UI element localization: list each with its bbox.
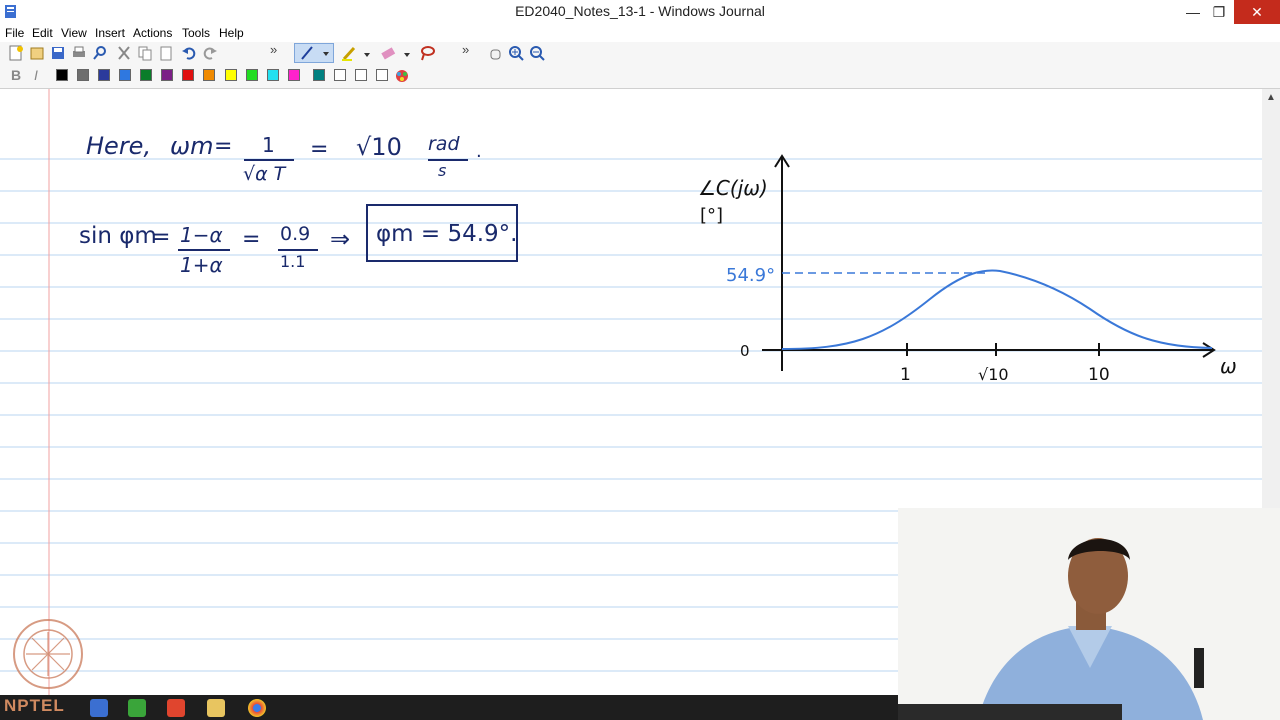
save-icon[interactable] <box>50 45 66 61</box>
bold-button[interactable]: B <box>11 67 21 83</box>
pen-icon <box>301 46 329 60</box>
x-axis-label: ω <box>1220 354 1237 378</box>
y-axis-label: ∠C(jω) <box>698 176 768 200</box>
color-swatch[interactable] <box>246 69 258 81</box>
title-bar: ED2040_Notes_13-1 - Windows Journal — ❐ … <box>0 0 1280 24</box>
note-equals-4: = <box>242 227 261 252</box>
color-swatch[interactable] <box>355 69 367 81</box>
cut-icon[interactable] <box>116 45 132 61</box>
recorder-taskbar-icon[interactable] <box>167 699 185 717</box>
find-icon[interactable] <box>92 45 108 61</box>
zoom-out-icon[interactable] <box>529 45 545 61</box>
menu-edit[interactable]: Edit <box>32 26 53 40</box>
color-swatch[interactable] <box>56 69 68 81</box>
new-note-icon[interactable] <box>8 45 24 61</box>
color-swatch[interactable] <box>313 69 325 81</box>
menu-bar: File Edit View Insert Actions Tools Help <box>0 24 1280 42</box>
note-omega-m: ωm <box>170 132 214 160</box>
color-swatch[interactable] <box>225 69 237 81</box>
open-icon[interactable] <box>29 45 45 61</box>
window-title: ED2040_Notes_13-1 - Windows Journal <box>515 3 765 19</box>
nptel-logo <box>13 619 83 689</box>
x-tick-label-10: 10 <box>1088 365 1110 385</box>
copy-icon[interactable] <box>137 45 153 61</box>
note-unit-s: s <box>438 161 447 180</box>
color-swatch[interactable] <box>288 69 300 81</box>
x-tick-label-sqrt10: √10 <box>978 365 1009 384</box>
format-toolbar: B I <box>0 64 1280 89</box>
zero-label: 0 <box>740 342 750 360</box>
maximize-button[interactable]: ❐ <box>1202 0 1236 24</box>
note-frac-bar <box>244 159 294 161</box>
redo-icon[interactable] <box>202 45 218 61</box>
note-frac-denominator: √α T <box>243 163 286 185</box>
color-swatch[interactable] <box>203 69 215 81</box>
note-sqrt10: √10 <box>356 133 402 161</box>
color-swatch[interactable] <box>98 69 110 81</box>
zoom-in-icon[interactable] <box>508 45 524 61</box>
note-here: Here, <box>86 132 152 160</box>
note-val-bar <box>278 249 318 251</box>
lasso-select-icon[interactable] <box>419 45 435 61</box>
phase-curve <box>781 269 1213 350</box>
chrome-taskbar-icon[interactable] <box>248 699 266 717</box>
pan-hand-icon[interactable] <box>487 45 503 61</box>
note-equals-1: = <box>214 134 233 159</box>
note-equals-3: = <box>152 225 171 250</box>
note-result: φm = 54.9°. <box>376 221 518 247</box>
journal-taskbar-icon[interactable] <box>90 699 108 717</box>
note-frac2-bar <box>178 249 230 251</box>
color-swatch[interactable] <box>334 69 346 81</box>
standard-toolbar: » » <box>0 42 1280 64</box>
close-button[interactable]: ✕ <box>1234 0 1280 24</box>
undo-icon[interactable] <box>181 45 197 61</box>
note-frac-numerator: 1 <box>262 133 275 157</box>
color-swatch[interactable] <box>161 69 173 81</box>
y-axis-unit: [°] <box>700 205 723 226</box>
menu-tools[interactable]: Tools <box>182 26 210 40</box>
menu-actions[interactable]: Actions <box>133 26 172 40</box>
highlighter-icon[interactable] <box>340 45 374 61</box>
note-val-numerator: 0.9 <box>280 223 311 245</box>
file-explorer-taskbar-icon[interactable] <box>207 699 225 717</box>
note-frac2-numerator: 1−α <box>180 223 223 247</box>
scroll-up-arrow-icon[interactable]: ▲ <box>1262 89 1280 107</box>
menu-insert[interactable]: Insert <box>95 26 125 40</box>
note-implies: ⇒ <box>330 225 351 253</box>
note-period: . <box>476 141 482 162</box>
peak-label: 54.9° <box>726 265 775 286</box>
toolbar-overflow-icon[interactable]: » <box>270 42 286 58</box>
paste-icon[interactable] <box>158 45 174 61</box>
camtasia-taskbar-icon[interactable] <box>128 699 146 717</box>
menu-view[interactable]: View <box>61 26 87 40</box>
presenter-figure <box>898 508 1280 720</box>
print-icon[interactable] <box>71 45 87 61</box>
note-equals-2: = <box>310 137 329 162</box>
note-val-denominator: 1.1 <box>280 252 306 271</box>
color-swatch[interactable] <box>182 69 194 81</box>
menu-help[interactable]: Help <box>219 26 244 40</box>
italic-button[interactable]: I <box>34 67 38 83</box>
menu-file[interactable]: File <box>5 26 24 40</box>
color-palette-icon[interactable] <box>394 68 410 84</box>
color-swatch[interactable] <box>267 69 279 81</box>
phase-plot: ∠C(jω) [°] 54.9° 0 1 √10 10 ω <box>698 154 1237 385</box>
x-tick-label-1: 1 <box>900 365 911 385</box>
note-frac2-denominator: 1+α <box>180 253 223 277</box>
note-sin-phi: sin φm <box>79 223 157 249</box>
color-swatch[interactable] <box>119 69 131 81</box>
eraser-icon[interactable] <box>380 45 414 61</box>
pen-tool-button[interactable] <box>294 43 334 63</box>
toolbar-overflow-icon-2[interactable]: » <box>462 42 478 58</box>
presenter-video <box>898 508 1280 720</box>
note-unit-bar <box>428 159 468 161</box>
color-swatch[interactable] <box>140 69 152 81</box>
color-swatch[interactable] <box>77 69 89 81</box>
color-swatch[interactable] <box>376 69 388 81</box>
note-unit-rad: rad <box>428 133 460 155</box>
nptel-watermark-text: NPTEL <box>4 696 65 715</box>
